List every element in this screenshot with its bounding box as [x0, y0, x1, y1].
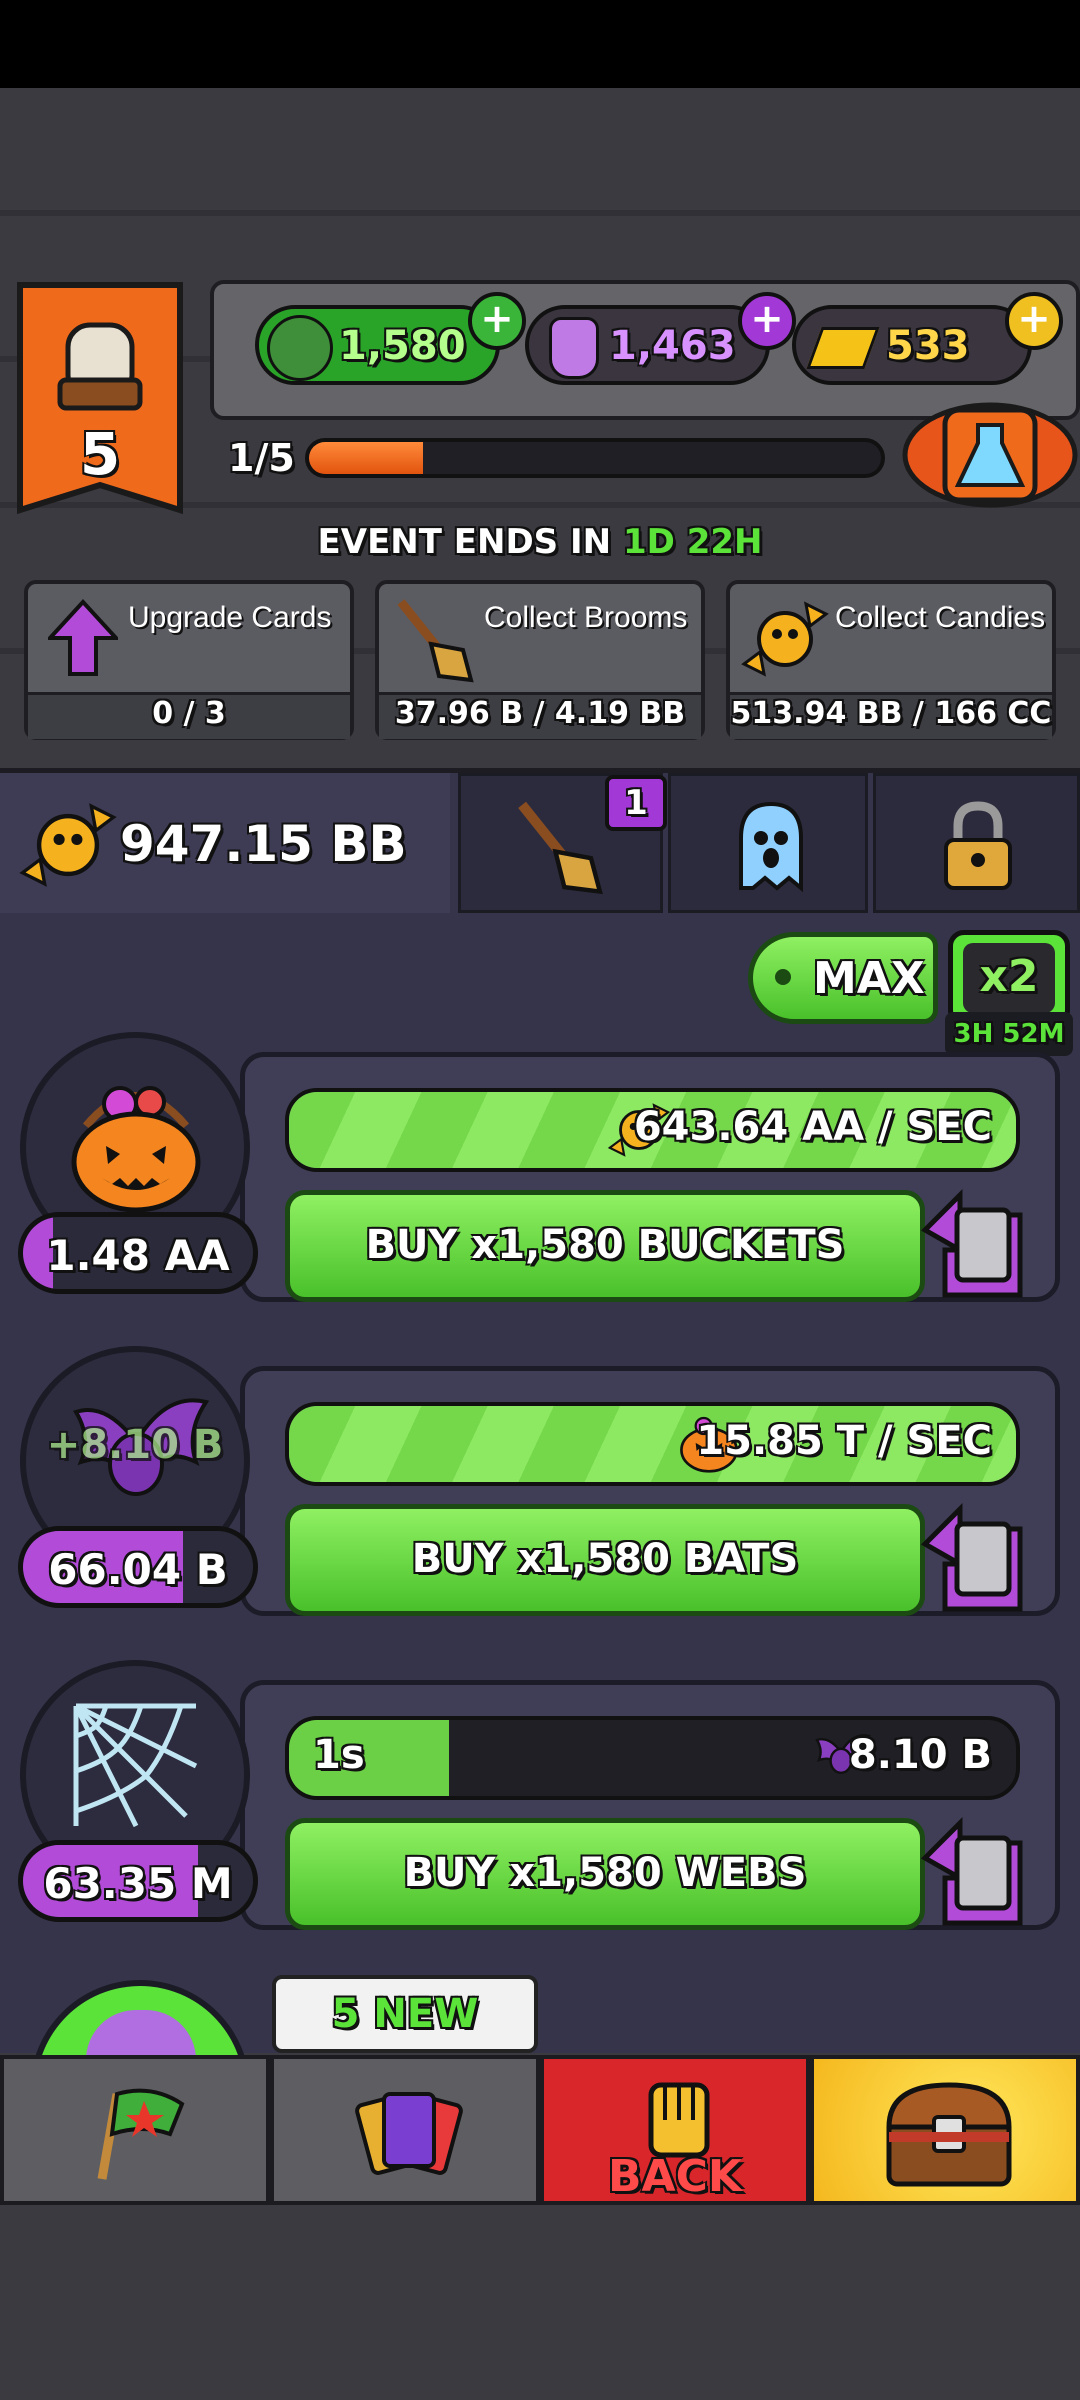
generator-count-buckets: 1.48 AA [18, 1212, 258, 1294]
boost-timer: 3H 52M [953, 1019, 1065, 1049]
quest-title: Collect Brooms [484, 601, 688, 634]
upgrade-card-buckets-button[interactable] [905, 1175, 1030, 1305]
status-bar [0, 0, 1080, 88]
gold-bar-icon [806, 327, 880, 369]
quest-title: Collect Candies [835, 601, 1046, 634]
max-label: MAX [813, 953, 925, 1004]
upgrade-card-bats-button[interactable] [905, 1489, 1030, 1619]
back-label: BACK [608, 2151, 742, 2202]
potion-currency-pill[interactable]: 1,463 [525, 305, 770, 385]
event-timer-hours: 22H [686, 522, 763, 562]
generator-count-value: 1.48 AA [46, 1231, 230, 1280]
cards-icon [355, 2092, 463, 2175]
broom-icon [397, 599, 474, 683]
nav-events-button[interactable] [0, 2055, 270, 2205]
generator-count-bats: 66.04 B [18, 1526, 258, 1608]
boost-label: x2 [979, 951, 1039, 1002]
potion-icon [549, 317, 599, 379]
gold-currency-pill[interactable]: 533 [792, 305, 1032, 385]
production-rate: 8.10 B [848, 1732, 992, 1778]
candy-icon [741, 601, 829, 677]
tab-locked[interactable] [873, 773, 1080, 913]
level-progress-fill [309, 442, 424, 474]
arrow-up-icon [48, 599, 118, 676]
add-potion-button[interactable]: + [738, 292, 796, 350]
new-badge-label: 5 NEW [331, 1991, 479, 2037]
level-progress-bar [305, 438, 885, 478]
potion-currency-value: 1,463 [609, 323, 736, 369]
tab-ghost[interactable] [668, 773, 868, 913]
spider-web-icon [73, 1703, 198, 1828]
production-rate: 643.64 AA / SEC [633, 1104, 992, 1150]
buy-webs-button[interactable]: BUY x1,580 WEBS [285, 1818, 925, 1930]
broom-icon [518, 801, 603, 895]
max-button[interactable]: MAX [748, 932, 938, 1024]
fist-icon [648, 2082, 710, 2158]
add-gold-button[interactable]: + [1005, 292, 1063, 350]
level-banner[interactable]: 5 [10, 280, 190, 525]
quest-progress: 0 / 3 [152, 696, 226, 731]
upgrade-card-webs-button[interactable] [905, 1803, 1030, 1933]
badge-count: 1 [624, 783, 648, 823]
quest-progress: 37.96 B / 4.19 BB [394, 696, 686, 731]
research-button[interactable] [900, 395, 1080, 515]
event-timer-prefix: EVENT ENDS IN [317, 522, 623, 562]
production-bar-buckets: 643.64 AA / SEC [285, 1088, 1020, 1172]
quest-collect-candies[interactable]: Collect Candies 513.94 BB / 166 CC [726, 580, 1056, 740]
production-bar-bats: 15.85 T / SEC [285, 1402, 1020, 1486]
add-goblin-button[interactable]: + [468, 292, 526, 350]
level-progress-label: 1/5 [228, 436, 295, 480]
generator-count-value: 63.35 M [43, 1859, 233, 1908]
goblin-currency-value: 1,580 [339, 323, 466, 369]
quest-progress: 513.94 BB / 166 CC [730, 696, 1052, 731]
flag-icon [97, 2088, 185, 2180]
nav-shop-button[interactable] [810, 2055, 1080, 2205]
generator-count-value: 66.04 B [48, 1545, 228, 1594]
lock-icon [944, 801, 1012, 890]
candy-total-value: 947.15 BB [120, 815, 407, 873]
quest-upgrade-cards[interactable]: Upgrade Cards 0 / 3 [24, 580, 354, 740]
event-timer: EVENT ENDS IN 1D 22H [0, 522, 1080, 562]
ghost-icon [739, 801, 803, 893]
gold-currency-value: 533 [886, 323, 970, 369]
production-timer: 1s [313, 1732, 365, 1778]
generator-floater-value: +8.10 B [46, 1422, 224, 1468]
cards-new-badge: 5 NEW [272, 1975, 538, 2053]
treasure-chest-icon [886, 2082, 1012, 2187]
nav-cards-button[interactable] [270, 2055, 540, 2205]
pumpkin-bucket-icon [71, 1086, 201, 1213]
generator-count-webs: 63.35 M [18, 1840, 258, 1922]
production-bar-webs: 1s 8.10 B [285, 1716, 1020, 1800]
buy-label: BUY x1,580 WEBS [403, 1850, 807, 1896]
goblin-currency-pill[interactable]: 1,580 [255, 305, 500, 385]
tab-brooms-badge: 1 [605, 775, 667, 831]
buy-bats-button[interactable]: BUY x1,580 BATS [285, 1504, 925, 1616]
candy-total-area: 947.15 BB [0, 773, 450, 913]
nav-back-button[interactable]: BACK [540, 2055, 810, 2205]
buy-buckets-button[interactable]: BUY x1,580 BUCKETS [285, 1190, 925, 1302]
production-rate: 15.85 T / SEC [696, 1418, 992, 1464]
bottom-filler [0, 2205, 1080, 2400]
goblin-icon [267, 315, 333, 381]
quest-collect-brooms[interactable]: Collect Brooms 37.96 B / 4.19 BB [375, 580, 705, 740]
buy-label: BUY x1,580 BUCKETS [365, 1222, 845, 1268]
quest-title: Upgrade Cards [128, 601, 332, 634]
candy-icon [19, 803, 117, 887]
event-timer-days: 1D [622, 522, 675, 562]
buy-label: BUY x1,580 BATS [411, 1536, 799, 1582]
level-number: 5 [79, 420, 121, 488]
